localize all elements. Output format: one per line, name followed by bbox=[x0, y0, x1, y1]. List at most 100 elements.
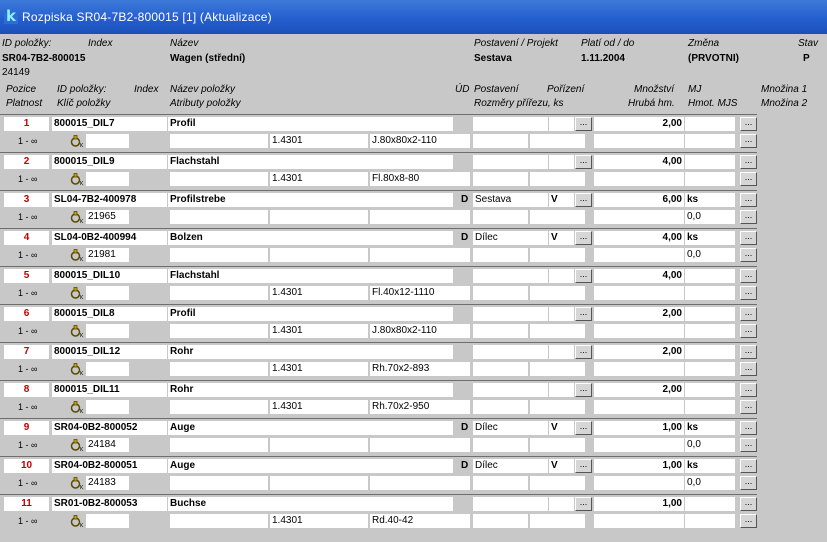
position-cell[interactable]: 3 bbox=[4, 193, 49, 207]
unit-cell[interactable]: ks bbox=[685, 459, 735, 473]
gross-weight-cell[interactable] bbox=[594, 210, 684, 224]
key-cell[interactable] bbox=[86, 400, 129, 414]
porizeni-browse-button[interactable]: ... bbox=[575, 269, 592, 283]
weight-unit-cell[interactable] bbox=[685, 172, 735, 186]
weight-unit-cell[interactable]: 0,0 bbox=[685, 248, 735, 262]
kusy-cell[interactable] bbox=[530, 248, 585, 262]
item-key-icon[interactable]: K bbox=[70, 172, 84, 186]
quantity-cell[interactable]: 6,00 bbox=[594, 193, 684, 207]
weight-browse-button[interactable]: ... bbox=[740, 324, 757, 338]
rozmery-cell[interactable] bbox=[473, 210, 528, 224]
item-name-cell[interactable]: Bolzen bbox=[168, 231, 453, 245]
porizeni-cell[interactable]: V bbox=[549, 421, 574, 435]
item-key-icon[interactable]: K bbox=[70, 514, 84, 528]
porizeni-cell[interactable] bbox=[549, 155, 574, 169]
position-cell[interactable]: 9 bbox=[4, 421, 49, 435]
kusy-cell[interactable] bbox=[530, 134, 585, 148]
quantity-cell[interactable]: 1,00 bbox=[594, 421, 684, 435]
porizeni-browse-button[interactable]: ... bbox=[575, 231, 592, 245]
porizeni-cell[interactable] bbox=[549, 345, 574, 359]
weight-unit-cell[interactable]: 0,0 bbox=[685, 210, 735, 224]
porizeni-cell[interactable] bbox=[549, 269, 574, 283]
postaveni-cell[interactable]: Dílec bbox=[473, 459, 548, 473]
item-key-icon[interactable]: K bbox=[70, 286, 84, 300]
unit-browse-button[interactable]: ... bbox=[740, 497, 757, 511]
porizeni-browse-button[interactable]: ... bbox=[575, 155, 592, 169]
porizeni-cell[interactable]: V bbox=[549, 231, 574, 245]
postaveni-cell[interactable] bbox=[473, 269, 548, 283]
weight-browse-button[interactable]: ... bbox=[740, 210, 757, 224]
unit-cell[interactable] bbox=[685, 383, 735, 397]
key-cell[interactable] bbox=[86, 362, 129, 376]
dimension-cell[interactable]: J.80x80x2-110 bbox=[370, 134, 470, 148]
key-cell[interactable] bbox=[86, 134, 129, 148]
postaveni-cell[interactable] bbox=[473, 155, 548, 169]
key-cell[interactable] bbox=[86, 286, 129, 300]
quantity-cell[interactable]: 2,00 bbox=[594, 383, 684, 397]
attribute-cell[interactable] bbox=[170, 172, 268, 186]
material-cell[interactable]: 1.4301 bbox=[270, 324, 368, 338]
item-id-cell[interactable]: 800015_DIL11 bbox=[52, 383, 167, 397]
weight-browse-button[interactable]: ... bbox=[740, 286, 757, 300]
material-cell[interactable]: 1.4301 bbox=[270, 514, 368, 528]
attribute-cell[interactable] bbox=[170, 248, 268, 262]
attribute-cell[interactable] bbox=[170, 438, 268, 452]
kusy-cell[interactable] bbox=[530, 172, 585, 186]
weight-unit-cell[interactable] bbox=[685, 324, 735, 338]
unit-cell[interactable] bbox=[685, 307, 735, 321]
unit-browse-button[interactable]: ... bbox=[740, 421, 757, 435]
kusy-cell[interactable] bbox=[530, 362, 585, 376]
item-name-cell[interactable]: Rohr bbox=[168, 345, 453, 359]
item-id-cell[interactable]: 800015_DIL8 bbox=[52, 307, 167, 321]
item-name-cell[interactable]: Profilstrebe bbox=[168, 193, 453, 207]
material-cell[interactable] bbox=[270, 210, 368, 224]
kusy-cell[interactable] bbox=[530, 286, 585, 300]
attribute-cell[interactable] bbox=[170, 134, 268, 148]
weight-unit-cell[interactable] bbox=[685, 134, 735, 148]
gross-weight-cell[interactable] bbox=[594, 362, 684, 376]
item-key-icon[interactable]: K bbox=[70, 400, 84, 414]
porizeni-cell[interactable] bbox=[549, 117, 574, 131]
item-key-icon[interactable]: K bbox=[70, 210, 84, 224]
dimension-cell[interactable]: Rh.70x2-893 bbox=[370, 362, 470, 376]
item-id-cell[interactable]: 800015_DIL9 bbox=[52, 155, 167, 169]
postaveni-cell[interactable]: Dílec bbox=[473, 231, 548, 245]
unit-browse-button[interactable]: ... bbox=[740, 307, 757, 321]
material-cell[interactable] bbox=[270, 248, 368, 262]
gross-weight-cell[interactable] bbox=[594, 514, 684, 528]
rozmery-cell[interactable] bbox=[473, 286, 528, 300]
quantity-cell[interactable]: 4,00 bbox=[594, 155, 684, 169]
item-name-cell[interactable]: Profil bbox=[168, 307, 453, 321]
attribute-cell[interactable] bbox=[170, 400, 268, 414]
porizeni-browse-button[interactable]: ... bbox=[575, 383, 592, 397]
weight-browse-button[interactable]: ... bbox=[740, 476, 757, 490]
weight-browse-button[interactable]: ... bbox=[740, 172, 757, 186]
rozmery-cell[interactable] bbox=[473, 400, 528, 414]
attribute-cell[interactable] bbox=[170, 210, 268, 224]
porizeni-browse-button[interactable]: ... bbox=[575, 117, 592, 131]
item-key-icon[interactable]: K bbox=[70, 438, 84, 452]
rozmery-cell[interactable] bbox=[473, 248, 528, 262]
item-name-cell[interactable]: Buchse bbox=[168, 497, 453, 511]
item-key-icon[interactable]: K bbox=[70, 248, 84, 262]
rozmery-cell[interactable] bbox=[473, 134, 528, 148]
porizeni-browse-button[interactable]: ... bbox=[575, 345, 592, 359]
key-cell[interactable] bbox=[86, 172, 129, 186]
unit-browse-button[interactable]: ... bbox=[740, 459, 757, 473]
rozmery-cell[interactable] bbox=[473, 514, 528, 528]
porizeni-cell[interactable]: V bbox=[549, 459, 574, 473]
material-cell[interactable]: 1.4301 bbox=[270, 134, 368, 148]
weight-browse-button[interactable]: ... bbox=[740, 400, 757, 414]
quantity-cell[interactable]: 2,00 bbox=[594, 307, 684, 321]
porizeni-browse-button[interactable]: ... bbox=[575, 307, 592, 321]
kusy-cell[interactable] bbox=[530, 514, 585, 528]
unit-browse-button[interactable]: ... bbox=[740, 117, 757, 131]
dimension-cell[interactable] bbox=[370, 210, 470, 224]
quantity-cell[interactable]: 1,00 bbox=[594, 497, 684, 511]
unit-browse-button[interactable]: ... bbox=[740, 193, 757, 207]
attribute-cell[interactable] bbox=[170, 476, 268, 490]
gross-weight-cell[interactable] bbox=[594, 134, 684, 148]
quantity-cell[interactable]: 4,00 bbox=[594, 269, 684, 283]
rozmery-cell[interactable] bbox=[473, 476, 528, 490]
kusy-cell[interactable] bbox=[530, 210, 585, 224]
